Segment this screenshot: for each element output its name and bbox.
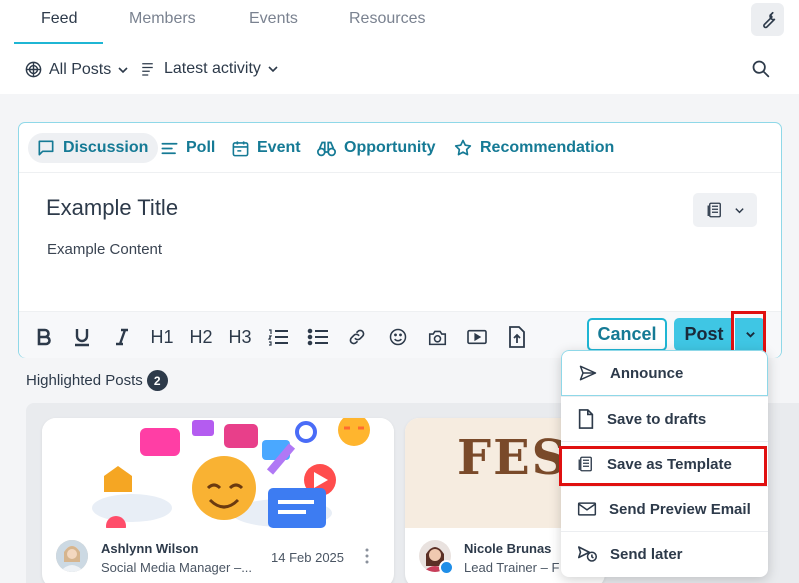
- post-author-name[interactable]: Nicole Brunas: [464, 541, 551, 556]
- all-posts-label: All Posts: [49, 60, 112, 78]
- video-button[interactable]: [465, 326, 489, 348]
- chevron-down-icon: [745, 332, 755, 338]
- template-picker-button[interactable]: [693, 193, 757, 227]
- scheduled-send-icon: [577, 546, 598, 562]
- post-type-label: Discussion: [63, 139, 149, 156]
- menu-item-label: Save to drafts: [607, 410, 707, 428]
- chat-bubble-icon: [38, 140, 54, 156]
- menu-item-save-drafts[interactable]: Save to drafts: [561, 396, 768, 441]
- calendar-icon: [232, 140, 249, 156]
- emoji-button[interactable]: [387, 326, 409, 348]
- verified-badge-icon: [439, 560, 454, 575]
- all-posts-filter[interactable]: All Posts: [24, 60, 129, 79]
- underline-icon: [75, 329, 89, 347]
- post-type-selector: Discussion Poll Event Opportunity Recomm…: [19, 123, 781, 173]
- menu-item-label: Send later: [610, 545, 683, 563]
- filter-bar: All Posts Latest activity: [0, 44, 799, 94]
- binoculars-icon: [317, 141, 336, 156]
- avatar: [56, 540, 88, 572]
- post-type-poll[interactable]: Poll: [160, 133, 215, 163]
- bullet-list-icon: [307, 328, 328, 346]
- menu-item-label: Send Preview Email: [609, 500, 751, 518]
- ordered-list-icon: [267, 329, 288, 346]
- post-author-role: Lead Trainer – F: [464, 560, 560, 575]
- wrench-icon: [762, 11, 775, 28]
- chevron-down-icon: [268, 66, 278, 73]
- menu-item-label: Announce: [610, 364, 684, 382]
- tab-resources[interactable]: Resources: [349, 10, 425, 28]
- menu-item-send-preview-email[interactable]: Send Preview Email: [561, 486, 768, 531]
- bold-icon: [37, 328, 51, 346]
- post-options-menu: Announce Save to drafts Save as Template…: [561, 350, 768, 577]
- tab-feed[interactable]: Feed: [41, 10, 77, 28]
- chevron-down-icon: [118, 66, 128, 73]
- post-more-menu[interactable]: [364, 548, 370, 569]
- video-play-icon: [467, 329, 487, 345]
- star-icon: [454, 139, 472, 156]
- post-type-label: Event: [257, 139, 301, 156]
- file-upload-button[interactable]: [507, 326, 527, 348]
- send-icon: [579, 365, 597, 381]
- post-button[interactable]: Post: [674, 318, 734, 351]
- post-options-toggle[interactable]: [735, 318, 765, 351]
- ordered-list-button[interactable]: [266, 326, 290, 348]
- highlighted-count-badge: 2: [146, 370, 168, 391]
- heading-1-button[interactable]: H1: [149, 326, 175, 348]
- globe-icon: [25, 61, 42, 78]
- camera-icon: [428, 330, 446, 345]
- template-icon: [578, 456, 592, 472]
- post-author-role: Social Media Manager –...: [101, 560, 253, 575]
- italic-icon: [116, 328, 128, 346]
- post-content-input[interactable]: Example Content: [47, 241, 162, 258]
- search-icon[interactable]: [750, 58, 771, 79]
- tab-members[interactable]: Members: [129, 10, 196, 28]
- menu-item-save-template[interactable]: Save as Template: [561, 441, 768, 486]
- kebab-menu-icon: [365, 548, 369, 564]
- post-type-label: Poll: [186, 139, 216, 156]
- post-author-name[interactable]: Ashlynn Wilson: [101, 541, 198, 556]
- smiley-icon: [389, 328, 407, 346]
- link-button[interactable]: [346, 326, 368, 348]
- underline-button[interactable]: [72, 326, 92, 348]
- link-icon: [349, 329, 365, 345]
- file-upload-icon: [509, 326, 525, 348]
- bold-button[interactable]: [35, 326, 53, 348]
- document-icon: [578, 409, 594, 429]
- post-type-discussion[interactable]: Discussion: [28, 133, 159, 163]
- tools-button[interactable]: [751, 3, 784, 36]
- sort-list-icon: [142, 63, 153, 76]
- tab-events[interactable]: Events: [249, 10, 298, 28]
- highlighted-post-card[interactable]: Ashlynn Wilson Social Media Manager –...…: [42, 418, 394, 583]
- post-image-emoji-collage: [42, 418, 394, 528]
- chevron-down-icon: [734, 207, 744, 213]
- post-date: 14 Feb 2025: [271, 550, 345, 565]
- heading-3-button[interactable]: H3: [227, 326, 253, 348]
- post-type-opportunity[interactable]: Opportunity: [316, 133, 436, 163]
- sort-label: Latest activity: [164, 60, 261, 77]
- italic-button[interactable]: [113, 326, 131, 348]
- post-type-event[interactable]: Event: [231, 133, 301, 163]
- poll-lines-icon: [161, 142, 178, 154]
- template-icon: [707, 202, 721, 218]
- cancel-button[interactable]: Cancel: [587, 318, 667, 351]
- photo-button[interactable]: [426, 326, 448, 348]
- post-type-label: Recommendation: [480, 139, 615, 156]
- menu-item-announce[interactable]: Announce: [561, 350, 768, 396]
- menu-item-send-later[interactable]: Send later: [561, 531, 768, 576]
- mail-icon: [577, 502, 597, 516]
- sort-filter[interactable]: Latest activity: [140, 60, 279, 78]
- post-composer: Discussion Poll Event Opportunity Recomm…: [18, 122, 782, 358]
- highlighted-posts-label: Highlighted Posts: [26, 372, 143, 389]
- menu-item-label: Save as Template: [607, 455, 732, 473]
- post-type-label: Opportunity: [344, 139, 436, 156]
- top-tab-bar: Feed Members Events Resources: [0, 0, 799, 44]
- bullet-list-button[interactable]: [306, 326, 330, 348]
- highlighted-posts-header: Highlighted Posts 2: [26, 370, 168, 391]
- heading-2-button[interactable]: H2: [188, 326, 214, 348]
- post-type-recommendation[interactable]: Recommendation: [453, 133, 614, 163]
- post-title-input[interactable]: Example Title: [46, 195, 178, 221]
